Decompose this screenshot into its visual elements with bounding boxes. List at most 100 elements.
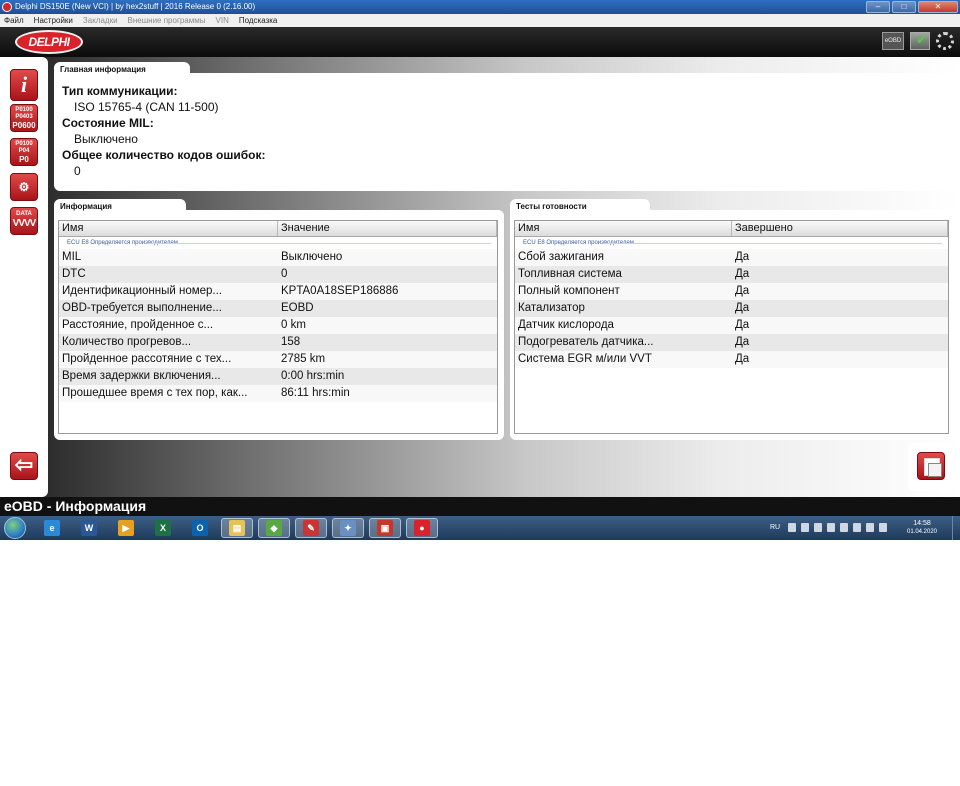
app-header: DELPHI eOBD (0, 27, 960, 57)
media-player-icon: ▶ (118, 520, 134, 536)
taskbar-app-delphi[interactable]: ● (406, 518, 438, 538)
tray-app-icon[interactable] (827, 523, 835, 532)
table-row[interactable]: Идентификационный номер... KPTA0A18SEP186… (59, 283, 497, 300)
menu-file[interactable]: Файл (4, 16, 24, 25)
menu-bookmarks[interactable]: Закладки (83, 16, 118, 25)
tab-readiness-tests: Тесты готовности (510, 199, 650, 215)
taskbar-app-bluestacks[interactable]: ◆ (258, 518, 290, 538)
maximize-button[interactable]: □ (892, 1, 916, 13)
taskbar-app-toolbox[interactable]: ▣ (369, 518, 401, 538)
row-name: Сбой зажигания (518, 251, 605, 263)
codes-icon-line: P0403 (15, 114, 33, 120)
tray-app-icon[interactable] (788, 523, 796, 532)
table-header: Имя Завершено (515, 221, 948, 237)
show-desktop-button[interactable] (952, 516, 960, 540)
menu-external-programs[interactable]: Внешние программы (128, 16, 206, 25)
information-panel: Информация Имя Значение ECU E8 Определяе… (54, 199, 504, 440)
table-row[interactable]: DTC 0 (59, 266, 497, 283)
menu-vin[interactable]: VIN (216, 16, 229, 25)
table-row[interactable]: Сбой зажигания Да (515, 249, 948, 266)
table-row[interactable]: Полный компонент Да (515, 283, 948, 300)
menu-settings[interactable]: Настройки (34, 16, 73, 25)
taskbar-app-word[interactable]: W (73, 518, 105, 538)
tab-information: Информация (54, 199, 186, 215)
taskbar-app-paint[interactable]: ✦ (332, 518, 364, 538)
table-row[interactable]: Пройденное рассотяние с тех... 2785 km (59, 351, 497, 368)
eobd-icon[interactable]: eOBD (882, 32, 904, 50)
flag-icon[interactable] (853, 523, 861, 532)
paint-icon: ✦ (340, 520, 356, 536)
clock[interactable]: 14:58 01.04.2020 (900, 519, 944, 537)
row-value: Да (735, 285, 750, 297)
taskbar-app-outlook[interactable]: O (184, 518, 216, 538)
taskbar-app-ie[interactable]: e (36, 518, 68, 538)
app-window: Delphi DS150E (New VCI) | by hex2stuff |… (0, 0, 960, 540)
table-row[interactable]: Катализатор Да (515, 300, 948, 317)
information-table[interactable]: Имя Значение ECU E8 Определяется произво… (58, 220, 498, 434)
status-bar: eOBD - Информация (0, 497, 960, 516)
explorer-icon: ▤ (229, 520, 245, 536)
tray-app-icon[interactable] (814, 523, 822, 532)
table-row[interactable]: Подогреватель датчика... Да (515, 334, 948, 351)
readiness-table[interactable]: Имя Завершено ECU E8 Определяется произв… (514, 220, 949, 434)
codes-icon-line: P0600 (12, 121, 36, 130)
menu-help[interactable]: Подсказка (239, 16, 278, 25)
taskbar-app-explorer[interactable]: ▤ (221, 518, 253, 538)
table-row[interactable]: OBD-требуется выполнение... EOBD (59, 300, 497, 317)
language-indicator[interactable]: RU (770, 524, 780, 531)
table-row[interactable]: Датчик кислорода Да (515, 317, 948, 334)
clear-codes-button[interactable]: P0100 P04 P0 (10, 138, 38, 166)
freeze-frame-button[interactable]: ⚙ (10, 173, 38, 201)
table-row[interactable]: Система EGR м/или VVT Да (515, 351, 948, 368)
row-name: Датчик кислорода (518, 319, 614, 331)
taskbar-app-tool[interactable]: ✎ (295, 518, 327, 538)
window-title: Delphi DS150E (New VCI) | by hex2stuff |… (15, 2, 256, 11)
taskbar-app-excel[interactable]: X (147, 518, 179, 538)
back-arrow-icon: ⇦ (14, 452, 34, 477)
report-button[interactable] (908, 443, 954, 491)
outlook-icon: O (192, 520, 208, 536)
left-toolbar: i P0100 P0403 P0600 P0100 P04 P0 ⚙ DATA … (0, 57, 48, 497)
readiness-panel: Тесты готовности Имя Завершено ECU E8 Оп… (510, 199, 955, 440)
table-row[interactable]: Количество прогревов... 158 (59, 334, 497, 351)
data-wave-icon: VVVV (12, 218, 37, 229)
volume-icon[interactable] (879, 523, 887, 532)
table-row[interactable]: Топливная система Да (515, 266, 948, 283)
table-row[interactable]: Прошедшее время с тех пор, как... 86:11 h… (59, 385, 497, 402)
back-button[interactable]: ⇦ (10, 452, 38, 480)
info-button[interactable]: i (10, 69, 38, 101)
live-data-button[interactable]: DATA VVVV (10, 207, 38, 235)
close-button[interactable]: ✕ (918, 1, 958, 13)
data-label: DATA (16, 211, 32, 217)
column-completed-header[interactable]: Завершено (732, 221, 948, 236)
start-button[interactable] (4, 517, 26, 539)
report-icon (917, 452, 945, 480)
row-name: Количество прогревов... (62, 336, 192, 348)
toolbox-icon: ▣ (377, 520, 393, 536)
read-codes-button[interactable]: P0100 P0403 P0600 (10, 104, 38, 132)
column-name-header[interactable]: Имя (515, 221, 732, 236)
dtc-count-value: 0 (74, 164, 81, 178)
column-name-header[interactable]: Имя (59, 221, 278, 236)
battery-icon[interactable] (866, 523, 874, 532)
table-row[interactable]: MIL Выключено (59, 249, 497, 266)
column-value-header[interactable]: Значение (278, 221, 497, 236)
flag-check-icon[interactable] (910, 31, 930, 50)
row-name: DTC (62, 268, 86, 280)
taskbar-app-media-player[interactable]: ▶ (110, 518, 142, 538)
row-name: Полный компонент (518, 285, 620, 297)
table-row[interactable]: Расстояние, пройденное с... 0 km (59, 317, 497, 334)
tray-app-icon[interactable] (840, 523, 848, 532)
system-tray: RU 14:58 01.04.2020 (760, 516, 960, 540)
comm-type-value: ISO 15765-4 (CAN 11-500) (74, 100, 219, 114)
tray-app-icon[interactable] (801, 523, 809, 532)
row-value: KPTA0A18SEP186886 (281, 285, 399, 297)
ie-icon: e (44, 520, 60, 536)
taskbar: e W ▶ X O ▤ ◆ ✎ ✦ ▣ ● RU 14:58 01.04.2020 (0, 516, 960, 540)
ecu-group-label: ECU E8 Определяется производителем (515, 237, 948, 249)
clear-codes-icon-line: P0100 (15, 141, 33, 147)
app-icon (2, 2, 12, 12)
minimize-button[interactable]: – (866, 1, 890, 13)
table-row[interactable]: Время задержки включения... 0:00 hrs:min (59, 368, 497, 385)
row-name: Время задержки включения... (62, 370, 221, 382)
